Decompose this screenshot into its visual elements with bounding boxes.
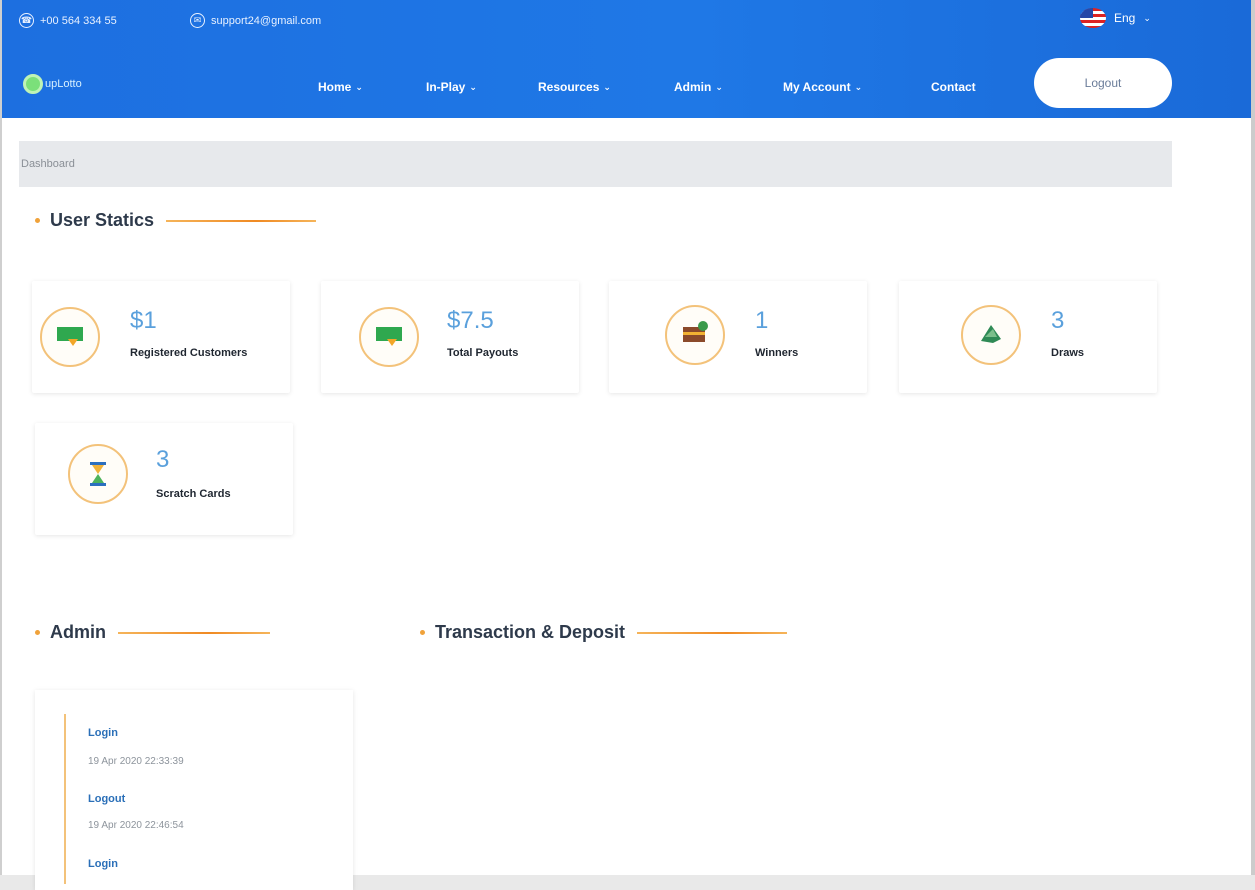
- chevron-down-icon: ⌄: [854, 81, 863, 92]
- nav-admin-label: Admin: [674, 80, 712, 94]
- stat-card-scratch-cards[interactable]: 3 Scratch Cards: [35, 423, 293, 535]
- breadcrumb: Dashboard: [19, 141, 1172, 187]
- stat-card-registered[interactable]: $1 Registered Customers: [32, 281, 290, 393]
- section-transaction-deposit: Transaction & Deposit: [420, 622, 788, 643]
- section-underline: [166, 219, 317, 222]
- bullet-dot: [35, 630, 40, 635]
- stat-card-winners[interactable]: 1 Winners: [609, 281, 867, 393]
- admin-activity-card: [35, 690, 353, 890]
- chevron-down-icon: ⌄: [715, 81, 723, 92]
- email-text: support24@gmail.com: [211, 14, 322, 27]
- language-label: Eng: [1114, 11, 1136, 25]
- us-flag-icon: [1080, 8, 1106, 28]
- mail-icon: ✉: [190, 13, 205, 28]
- stat-label: Total Payouts: [447, 347, 519, 359]
- nav-my-account[interactable]: My Account ⌄: [783, 80, 862, 94]
- money-icon: [40, 307, 100, 367]
- timeline-line: [64, 714, 66, 884]
- chevron-down-icon: ⌄: [1143, 12, 1151, 23]
- chevron-down-icon: ⌄: [355, 81, 363, 92]
- stat-value: 1: [755, 307, 769, 334]
- log-time: 19 Apr 2020 22:46:54: [88, 820, 184, 831]
- phone-text: +00 564 334 55: [40, 14, 117, 27]
- stat-card-draws[interactable]: 3 Draws: [899, 281, 1157, 393]
- nav-my-account-label: My Account: [783, 80, 851, 94]
- nav-admin[interactable]: Admin ⌄: [674, 80, 723, 94]
- nav-home[interactable]: Home ⌄: [318, 80, 363, 94]
- section-title: Admin: [50, 622, 106, 642]
- nav-home-label: Home: [318, 80, 352, 94]
- stat-value: 3: [156, 446, 170, 473]
- section-admin: Admin: [35, 622, 270, 643]
- section-user-statics: User Statics: [35, 210, 317, 231]
- nav-contact-label: Contact: [931, 80, 976, 94]
- logo-text: upLotto: [45, 78, 82, 90]
- nav-contact[interactable]: Contact: [931, 80, 976, 94]
- log-action: Login: [88, 858, 118, 870]
- bullet-dot: [35, 218, 40, 223]
- stat-label: Draws: [1051, 347, 1085, 359]
- log-time: 19 Apr 2020 22:33:39: [88, 756, 184, 767]
- chevron-down-icon: ⌄: [469, 81, 477, 92]
- phone-contact[interactable]: ☎ +00 564 334 55: [19, 13, 117, 28]
- bullet-dot: [420, 630, 425, 635]
- stat-card-payouts[interactable]: $7.5 Total Payouts: [321, 281, 579, 393]
- section-title: User Statics: [50, 210, 155, 230]
- nav-in-play[interactable]: In-Play ⌄: [426, 80, 477, 94]
- stat-value: $7.5: [447, 307, 494, 334]
- stat-value: $1: [130, 307, 157, 334]
- nav-in-play-label: In-Play: [426, 80, 466, 94]
- stat-value: 3: [1051, 307, 1065, 334]
- clover-icon: [961, 305, 1021, 365]
- nav-resources-label: Resources: [538, 80, 600, 94]
- logout-button[interactable]: Logout: [1034, 58, 1172, 108]
- header: ☎ +00 564 334 55 ✉ support24@gmail.com E…: [2, 0, 1255, 118]
- stat-label: Winners: [755, 347, 799, 359]
- phone-icon: ☎: [19, 13, 34, 28]
- log-action: Login: [88, 727, 118, 739]
- logo-mark-icon: [23, 74, 43, 94]
- treasure-chest-icon: [665, 305, 725, 365]
- logo[interactable]: upLotto: [23, 74, 82, 94]
- log-action: Logout: [88, 793, 126, 805]
- section-title: Transaction & Deposit: [435, 622, 626, 642]
- language-selector[interactable]: Eng ⌄: [1080, 8, 1151, 28]
- nav-resources[interactable]: Resources ⌄: [538, 80, 611, 94]
- hourglass-icon: [68, 444, 128, 504]
- section-underline: [637, 631, 788, 634]
- stat-label: Scratch Cards: [156, 488, 231, 500]
- chevron-down-icon: ⌄: [603, 81, 611, 92]
- section-underline: [118, 631, 270, 634]
- stat-label: Registered Customers: [130, 347, 248, 359]
- page-frame: ☎ +00 564 334 55 ✉ support24@gmail.com E…: [0, 0, 1255, 890]
- money-icon: [359, 307, 419, 367]
- email-contact[interactable]: ✉ support24@gmail.com: [190, 13, 321, 28]
- page-edge: [1251, 0, 1255, 875]
